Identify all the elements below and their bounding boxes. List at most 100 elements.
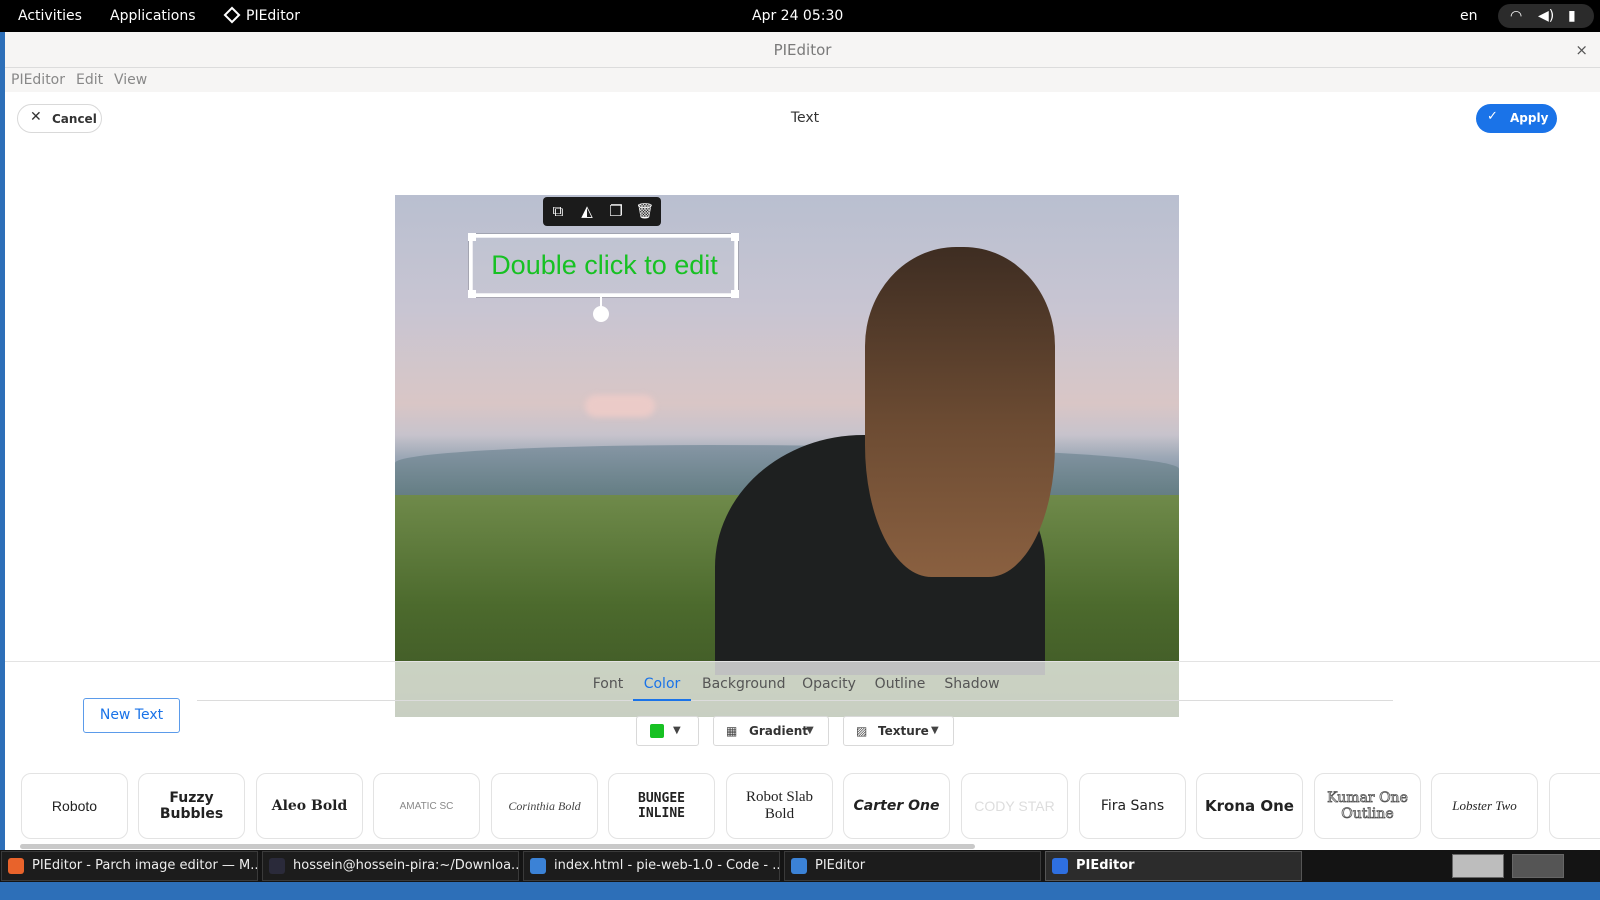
font-card-lobster-two[interactable]: Lobster Two [1431, 773, 1538, 839]
delete-icon[interactable]: 🗑 [631, 197, 659, 226]
font-card-roboto[interactable]: Roboto [21, 773, 128, 839]
font-card-label: CODY STAR [974, 798, 1055, 814]
bring-to-front-icon[interactable]: ❐ [602, 197, 630, 226]
workspace-2[interactable] [1512, 854, 1564, 878]
wifi-icon: ◠ [1510, 8, 1523, 24]
resize-handle-bottom-right[interactable] [731, 290, 739, 298]
close-icon: ✕ [30, 109, 42, 125]
check-icon: ✓ [1487, 109, 1498, 124]
font-card-krona-one[interactable]: Krona One [1196, 773, 1303, 839]
font-card-label: AMATIC SC [399, 800, 454, 812]
font-card-label: Krona One [1205, 797, 1294, 815]
font-card-label: Lobster Two [1452, 798, 1517, 813]
tab-background[interactable]: Background [702, 674, 786, 701]
gradient-label: Gradient [749, 724, 808, 738]
cancel-button[interactable]: ✕ Cancel [17, 104, 102, 133]
color-picker-dropdown[interactable]: ▼ [636, 716, 699, 746]
taskbar-item-pieditor[interactable]: PIEditor [1045, 851, 1302, 881]
tabs-divider [197, 700, 1393, 701]
tab-color[interactable]: Color [633, 674, 691, 701]
taskbar-item-label: index.html - pie-web-1.0 - Code - ... [554, 858, 780, 873]
color-swatch [650, 724, 664, 738]
taskbar-item-label: PIEditor [815, 858, 866, 873]
vscode-icon [530, 858, 546, 874]
resize-handle-top-right[interactable] [731, 233, 739, 241]
texture-dropdown[interactable]: ▨ Texture ▼ [843, 716, 954, 746]
font-card-kumar-one-outline[interactable]: Kumar One Outline [1314, 773, 1421, 839]
rotate-handle[interactable] [593, 306, 609, 322]
terminal-icon [269, 858, 285, 874]
font-card-partial[interactable] [1549, 773, 1600, 839]
font-card-label: Roboto [51, 798, 98, 814]
font-card-aleo-bold[interactable]: Aleo Bold [256, 773, 363, 839]
font-card-label: Robot Slab Bold [745, 789, 814, 822]
firefox-icon [8, 858, 24, 874]
font-card-amatic-sc[interactable]: AMATIC SC [373, 773, 480, 839]
gradient-dropdown[interactable]: ▦ Gradient ▼ [713, 716, 829, 746]
font-card-bungee-inline[interactable]: BUNGEE INLINE [608, 773, 715, 839]
clock[interactable]: Apr 24 05:30 [752, 0, 843, 32]
taskbar-item-terminal[interactable]: hossein@hossein-pira:~/Downloa... [262, 851, 519, 881]
font-card-robot-slab-bold[interactable]: Robot Slab Bold [726, 773, 833, 839]
menu-pieditor[interactable]: PIEditor [11, 68, 65, 92]
new-text-button[interactable]: New Text [83, 698, 180, 733]
taskbar-item-pieditor-doc[interactable]: PIEditor [784, 851, 1041, 881]
text-object-content[interactable]: Double click to edit [473, 250, 736, 281]
battery-icon: ▮ [1568, 8, 1576, 24]
font-card-label: Carter One [853, 798, 940, 814]
texture-label: Texture [878, 724, 929, 738]
taskbar-item-label: PIEditor [1076, 858, 1135, 873]
tab-font[interactable]: Font [592, 674, 624, 701]
chevron-down-icon: ▼ [673, 725, 681, 736]
font-card-label: Fira Sans [1100, 798, 1165, 814]
apply-label: Apply [1510, 111, 1549, 125]
font-card-cody-star[interactable]: CODY STAR [961, 773, 1068, 839]
font-card-label: Fuzzy Bubbles [159, 790, 224, 822]
photo-overlay [395, 662, 1179, 717]
app-window: PIEditor × PIEditor Edit View ✕ Cancel T… [5, 32, 1600, 869]
text-object-inner: Double click to edit [472, 237, 735, 294]
tab-outline[interactable]: Outline [874, 674, 926, 701]
system-top-bar: Activities Applications PIEditor Apr 24 … [0, 0, 1600, 32]
texture-icon: ▨ [856, 724, 868, 738]
active-app-menu[interactable]: PIEditor [223, 0, 301, 32]
text-object[interactable]: Double click to edit [468, 233, 739, 298]
font-list-scrollbar[interactable] [20, 844, 975, 849]
input-language-indicator[interactable]: en [1460, 0, 1478, 32]
font-card-fuzzy-bubbles[interactable]: Fuzzy Bubbles [138, 773, 245, 839]
window-title: PIEditor [773, 41, 832, 59]
font-card-fira-sans[interactable]: Fira Sans [1079, 773, 1186, 839]
flip-icon[interactable]: ◭ [573, 197, 601, 226]
text-object-toolbar: ⧉ ◭ ❐ 🗑 [543, 197, 661, 226]
pieditor-icon [223, 6, 241, 24]
tab-shadow[interactable]: Shadow [944, 674, 1000, 701]
font-card-label: BUNGEE INLINE [638, 791, 685, 821]
resize-handle-bottom-left[interactable] [468, 290, 476, 298]
font-list: Roboto Fuzzy Bubbles Aleo Bold AMATIC SC… [5, 772, 1600, 842]
menu-edit[interactable]: Edit [76, 68, 103, 92]
menu-bar: PIEditor Edit View [5, 68, 1600, 92]
photo-person-hair [865, 247, 1055, 577]
close-icon[interactable]: × [1575, 32, 1588, 68]
chevron-down-icon: ▼ [931, 725, 939, 736]
font-card-corinthia-bold[interactable]: Corinthia Bold [491, 773, 598, 839]
taskbar-item-firefox[interactable]: PIEditor - Parch image editor — M... [1, 851, 258, 881]
system-status-menu[interactable]: ◠ ◀) ▮ [1498, 4, 1594, 28]
document-icon [791, 858, 807, 874]
active-app-name: PIEditor [246, 8, 301, 24]
applications-menu[interactable]: Applications [110, 0, 196, 32]
font-card-carter-one[interactable]: Carter One [843, 773, 950, 839]
menu-view[interactable]: View [114, 68, 147, 92]
taskbar: PIEditor - Parch image editor — M... hos… [0, 850, 1600, 882]
tab-opacity[interactable]: Opacity [802, 674, 856, 701]
taskbar-item-vscode[interactable]: index.html - pie-web-1.0 - Code - ... [523, 851, 780, 881]
cancel-label: Cancel [52, 112, 97, 126]
resize-handle-top-left[interactable] [468, 233, 476, 241]
apply-button[interactable]: ✓ Apply [1476, 104, 1557, 133]
taskbar-item-label: PIEditor - Parch image editor — M... [32, 858, 258, 873]
activities-button[interactable]: Activities [18, 0, 82, 32]
duplicate-icon[interactable]: ⧉ [544, 197, 572, 226]
workspace-1[interactable] [1452, 854, 1504, 878]
volume-icon: ◀) [1538, 8, 1555, 24]
title-bar: PIEditor × [5, 32, 1600, 68]
